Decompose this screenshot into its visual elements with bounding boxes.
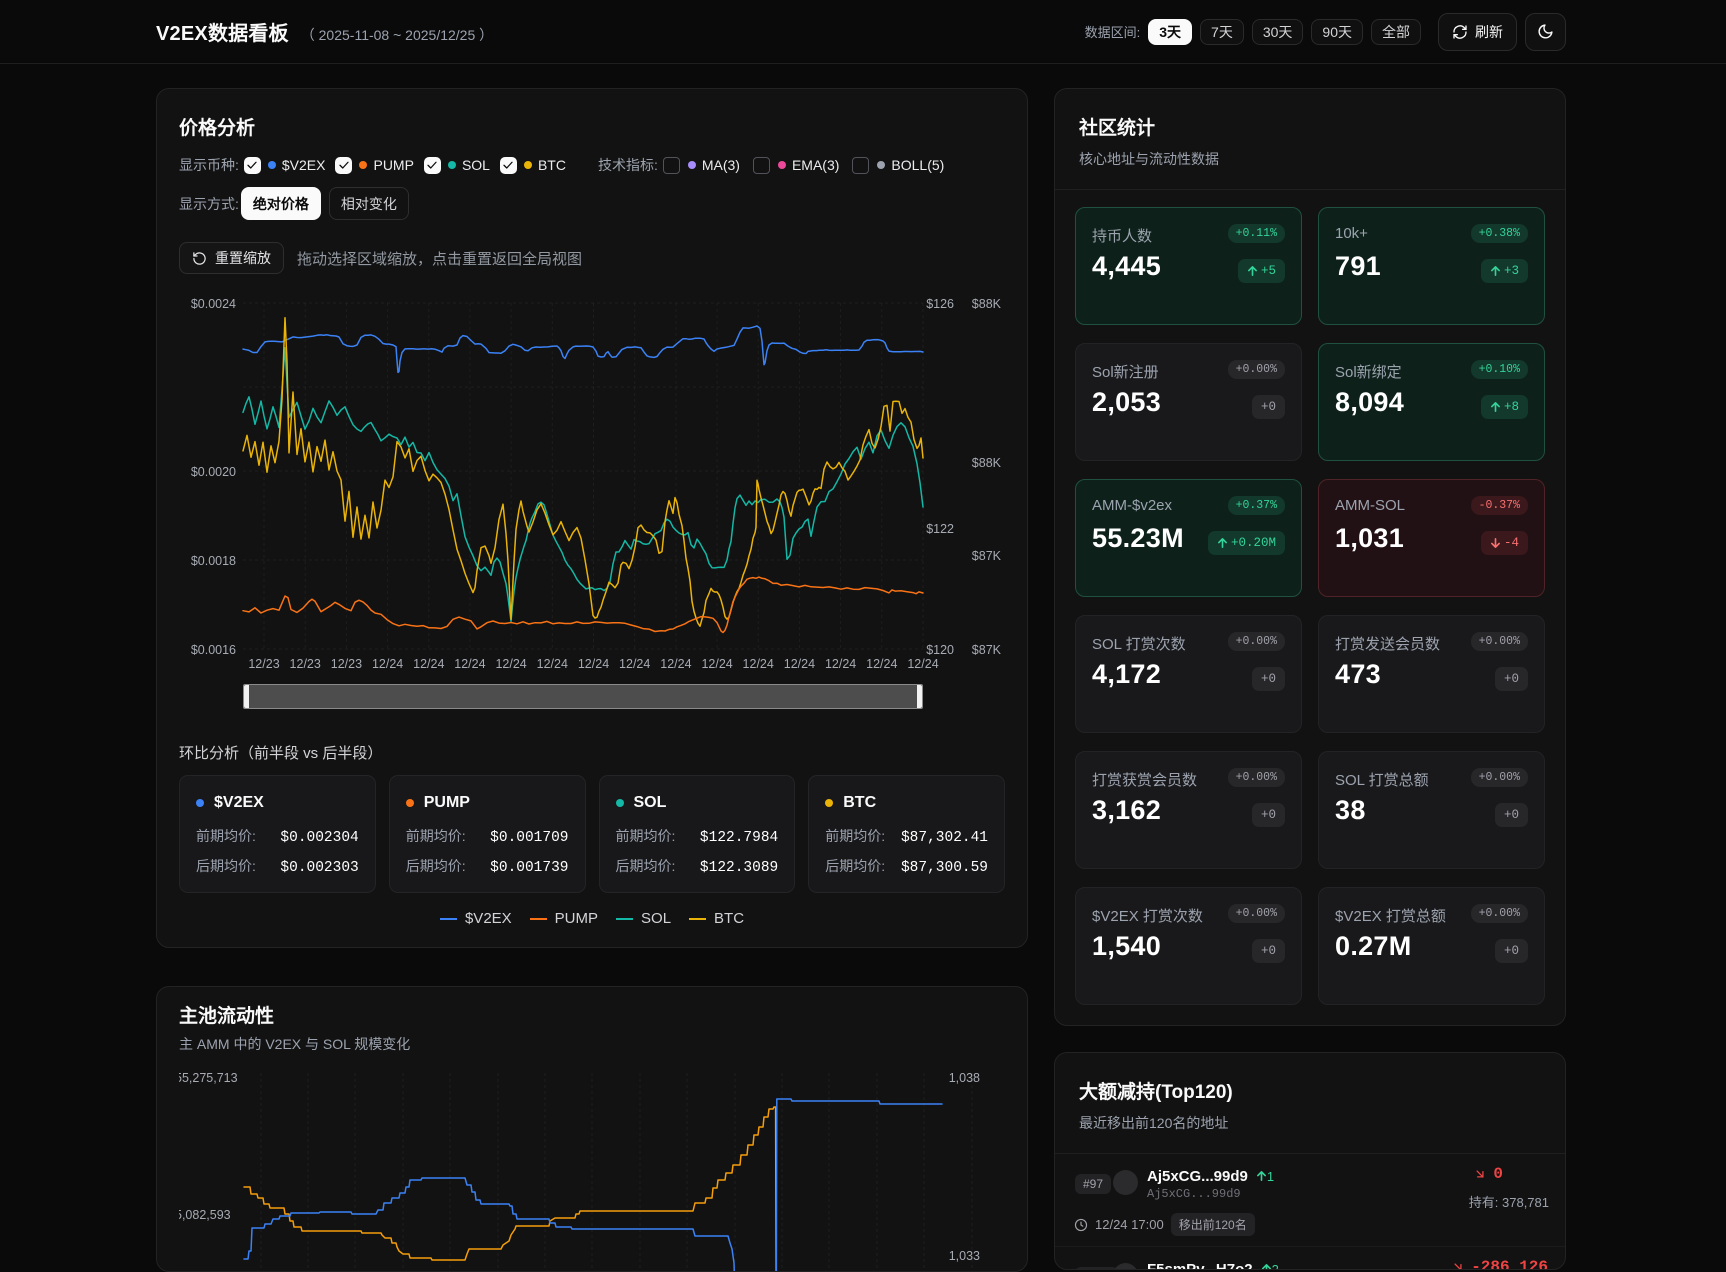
svg-text:12/24: 12/24 <box>413 657 444 671</box>
svg-text:$88K: $88K <box>972 297 1002 311</box>
svg-text:$87K: $87K <box>972 549 1002 563</box>
svg-text:12/23: 12/23 <box>331 657 362 671</box>
svg-text:12/24: 12/24 <box>537 657 568 671</box>
svg-text:12/24: 12/24 <box>578 657 609 671</box>
svg-text:$88K: $88K <box>972 456 1002 470</box>
svg-text:12/24: 12/24 <box>701 657 732 671</box>
svg-text:$120: $120 <box>926 643 954 657</box>
svg-text:55,275,713: 55,275,713 <box>179 1071 238 1085</box>
svg-text:$126: $126 <box>926 297 954 311</box>
svg-text:5,082,593: 5,082,593 <box>179 1208 231 1222</box>
svg-text:12/24: 12/24 <box>866 657 897 671</box>
svg-text:12/23: 12/23 <box>290 657 321 671</box>
svg-text:$0.0024: $0.0024 <box>191 297 236 311</box>
svg-text:12/24: 12/24 <box>907 657 938 671</box>
svg-text:12/24: 12/24 <box>743 657 774 671</box>
svg-text:12/24: 12/24 <box>495 657 526 671</box>
svg-text:12/23: 12/23 <box>248 657 279 671</box>
svg-text:1,033: 1,033 <box>949 1249 980 1263</box>
svg-text:$122: $122 <box>926 522 954 536</box>
svg-text:12/24: 12/24 <box>619 657 650 671</box>
svg-text:12/24: 12/24 <box>454 657 485 671</box>
svg-text:1,038: 1,038 <box>949 1071 980 1085</box>
svg-text:12/24: 12/24 <box>825 657 856 671</box>
svg-text:$0.0018: $0.0018 <box>191 554 236 568</box>
svg-text:$0.0016: $0.0016 <box>191 643 236 657</box>
svg-text:12/24: 12/24 <box>660 657 691 671</box>
svg-text:$87K: $87K <box>972 643 1002 657</box>
svg-text:$0.0020: $0.0020 <box>191 465 236 479</box>
svg-text:12/24: 12/24 <box>784 657 815 671</box>
svg-text:12/24: 12/24 <box>372 657 403 671</box>
